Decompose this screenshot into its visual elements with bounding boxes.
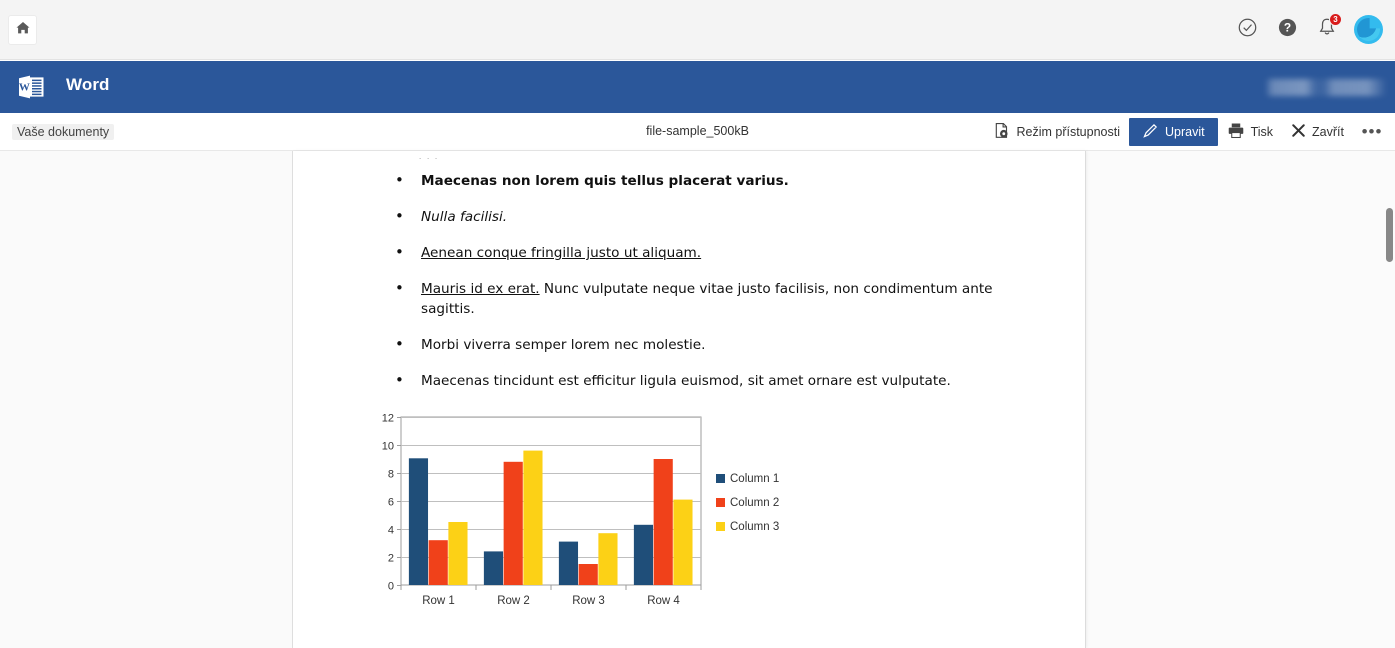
chart-bar (558, 541, 579, 585)
notifications-button[interactable]: 3 (1314, 12, 1342, 44)
scrollbar-thumb[interactable] (1386, 208, 1393, 262)
chart-y-tick-label: 8 (388, 469, 394, 481)
chart-y-tick-label: 0 (388, 581, 394, 593)
chart-legend-swatch (716, 498, 725, 507)
word-app-bar: W Word (0, 61, 1395, 113)
chart-x-tick-label: Row 3 (572, 595, 605, 607)
chart-bar (523, 450, 543, 585)
help-button[interactable]: ? (1274, 16, 1300, 44)
left-pane (0, 151, 293, 648)
chart-bar (448, 522, 468, 585)
close-label: Zavřít (1312, 125, 1344, 139)
chart-bar (598, 533, 618, 585)
word-logo-icon: W (14, 69, 50, 105)
bullet-text: Aenean conque fringilla justo ut aliquam… (421, 245, 702, 261)
bullet-text: Morbi viverra semper lorem nec molestie. (421, 337, 706, 353)
chart-bar (503, 461, 523, 585)
account-name-redacted[interactable] (1265, 79, 1387, 96)
chart-bar (408, 458, 429, 585)
chart-x-tick-label: Row 1 (422, 595, 455, 607)
list-item: Aenean conque fringilla justo ut aliquam… (393, 242, 1033, 263)
chart-legend-label: Column 3 (730, 521, 779, 533)
bullet-text: Nulla facilisi. (421, 209, 508, 225)
command-bar: Vaše dokumenty file-sample_500kB Režim p… (0, 113, 1395, 151)
clipped-text-line: · · · (418, 151, 439, 159)
chart-y-tick-label: 4 (388, 525, 394, 537)
vertical-scrollbar[interactable] (1383, 151, 1395, 648)
chart-bar (653, 459, 673, 585)
chart-bar (428, 540, 448, 585)
edit-label: Upravit (1165, 125, 1205, 139)
chart-y-tick-label: 6 (388, 497, 394, 509)
chart-bar (633, 524, 654, 585)
chart-y-tick-label: 10 (382, 441, 394, 453)
breadcrumb-your-documents[interactable]: Vaše dokumenty (12, 124, 115, 140)
pencil-icon (1142, 122, 1159, 142)
svg-text:W: W (19, 82, 30, 94)
bullet-text: Maecenas non lorem quis tellus placerat … (421, 173, 789, 189)
embedded-bar-chart: 0 2 4 6 8 10 12 Row 1 Row 2 Row 3 Row 4 Column 1 Col… (368, 411, 848, 616)
check-circle-icon-button[interactable] (1234, 16, 1260, 44)
bullet-lead-text: Mauris id ex erat. (421, 281, 540, 297)
svg-text:?: ? (1283, 20, 1290, 34)
close-x-icon (1291, 123, 1306, 141)
list-item: Maecenas tincidunt est efficitur ligula … (393, 370, 1033, 391)
chart-bar (483, 551, 504, 585)
print-label: Tisk (1250, 125, 1274, 139)
print-button[interactable]: Tisk (1218, 119, 1282, 146)
help-question-icon: ? (1277, 17, 1298, 43)
top-system-bar: ? 3 (0, 0, 1395, 60)
app-title: Word (66, 75, 110, 94)
document-page[interactable]: · · · Maecenas non lorem quis tellus pla… (293, 151, 1086, 648)
document-bullet-list: Maecenas non lorem quis tellus placerat … (393, 170, 1033, 407)
chart-legend-label: Column 2 (730, 497, 779, 509)
chart-bar (673, 499, 693, 585)
chart-x-tick-label: Row 2 (497, 595, 530, 607)
accessibility-mode-button[interactable]: Režim přístupnosti (984, 119, 1129, 146)
chart-legend-label: Column 1 (730, 473, 779, 485)
command-bar-actions: Režim přístupnosti Upravit Tisk Zavřít •… (984, 113, 1387, 151)
chart-legend-swatch (716, 522, 725, 531)
chart-y-tick-label: 12 (382, 413, 394, 425)
body-area: · · · Maecenas non lorem quis tellus pla… (0, 151, 1395, 648)
edit-button[interactable]: Upravit (1129, 118, 1218, 146)
accessibility-mode-label: Režim přístupnosti (1016, 125, 1120, 139)
check-circle-icon (1237, 17, 1258, 43)
home-button[interactable] (8, 15, 37, 45)
right-gutter (1086, 151, 1395, 648)
accessibility-doc-icon (993, 122, 1010, 142)
printer-icon (1227, 122, 1245, 142)
chart-bar (578, 564, 598, 585)
chart-legend-swatch (716, 474, 725, 483)
list-item: Mauris id ex erat. Nunc vulputate neque … (393, 278, 1033, 319)
chart-x-tick-label: Row 4 (647, 595, 680, 607)
avatar[interactable] (1354, 15, 1383, 44)
list-item: Morbi viverra semper lorem nec molestie. (393, 334, 1033, 355)
more-options-button[interactable]: ••• (1357, 119, 1387, 146)
home-icon (15, 20, 31, 41)
list-item: Maecenas non lorem quis tellus placerat … (393, 170, 1033, 191)
close-button[interactable]: Zavřít (1282, 119, 1353, 146)
notification-badge: 3 (1329, 12, 1342, 26)
bullet-text: Maecenas tincidunt est efficitur ligula … (421, 373, 951, 389)
list-item: Nulla facilisi. (393, 206, 1033, 227)
top-bar-actions: ? 3 (1234, 12, 1383, 44)
chart-y-tick-label: 2 (388, 553, 394, 565)
